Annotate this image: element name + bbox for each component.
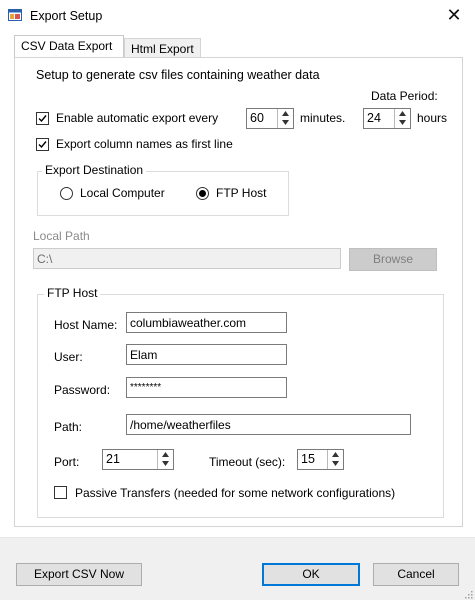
host-name-field[interactable]: columbiaweather.com (126, 312, 287, 333)
local-computer-label: Local Computer (80, 186, 165, 200)
user-value: Elam (130, 348, 158, 362)
host-name-value: columbiaweather.com (130, 316, 247, 330)
export-destination-legend: Export Destination (42, 163, 147, 177)
passive-transfers-label: Passive Transfers (needed for some netwo… (75, 486, 396, 500)
spin-down-icon[interactable] (278, 118, 293, 127)
export-csv-now-button[interactable]: Export CSV Now (16, 563, 142, 586)
user-label: User: (54, 350, 83, 364)
local-path-value: C:\ (37, 252, 53, 266)
enable-auto-export-checkbox[interactable] (36, 112, 49, 125)
timeout-stepper[interactable]: 15 (297, 449, 344, 470)
data-period-label: Data Period: (371, 89, 438, 103)
data-period-unit-label: hours (417, 111, 448, 125)
port-stepper[interactable]: 21 (102, 449, 174, 470)
path-field[interactable]: /home/weatherfiles (126, 414, 411, 435)
window-title: Export Setup (30, 9, 103, 23)
browse-button[interactable]: Browse (349, 248, 437, 271)
interval-stepper[interactable]: 60 (246, 108, 294, 129)
column-names-checkbox[interactable] (36, 138, 49, 151)
local-computer-radio[interactable] (60, 187, 73, 200)
spin-down-icon[interactable] (395, 118, 410, 127)
ftp-host-radio-label: FTP Host (216, 186, 267, 200)
ftp-host-radio[interactable] (196, 187, 209, 200)
interval-value: 60 (250, 111, 264, 125)
path-value: /home/weatherfiles (130, 418, 231, 432)
interval-spin[interactable] (277, 109, 293, 128)
host-name-label: Host Name: (54, 318, 118, 332)
column-names-label: Export column names as first line (56, 137, 233, 151)
spin-down-icon[interactable] (158, 459, 173, 468)
tab-html-export[interactable]: Html Export (124, 38, 201, 58)
data-period-spin[interactable] (394, 109, 410, 128)
ok-button[interactable]: OK (262, 563, 360, 586)
timeout-value: 15 (301, 452, 315, 466)
password-field[interactable]: ******** (126, 377, 287, 398)
description-text: Setup to generate csv files containing w… (36, 68, 320, 82)
title-bar: Export Setup ✕ (0, 0, 475, 32)
user-field[interactable]: Elam (126, 344, 287, 365)
passive-transfers-checkbox[interactable] (54, 486, 67, 499)
enable-auto-export-label: Enable automatic export every (56, 111, 219, 125)
port-spin[interactable] (157, 450, 173, 469)
data-period-value: 24 (367, 111, 381, 125)
data-period-stepper[interactable]: 24 (363, 108, 411, 129)
password-value: ******** (130, 382, 162, 393)
resize-grip-icon[interactable] (463, 588, 473, 599)
cancel-button[interactable]: Cancel (373, 563, 459, 586)
password-label: Password: (54, 383, 111, 397)
spin-down-icon[interactable] (328, 459, 343, 468)
tab-csv-data-export[interactable]: CSV Data Export (14, 35, 124, 58)
ftp-host-legend: FTP Host (44, 286, 101, 300)
port-value: 21 (106, 452, 120, 466)
local-path-label: Local Path (33, 229, 90, 243)
path-label: Path: (54, 420, 83, 434)
timeout-spin[interactable] (327, 450, 343, 469)
close-icon[interactable]: ✕ (443, 4, 465, 26)
local-path-field[interactable]: C:\ (33, 248, 341, 269)
tab-strip: CSV Data Export Html Export (0, 35, 475, 58)
interval-unit-label: minutes. (300, 111, 346, 125)
app-window-icon (8, 9, 22, 21)
timeout-label: Timeout (sec): (209, 455, 286, 469)
port-label: Port: (54, 455, 80, 469)
